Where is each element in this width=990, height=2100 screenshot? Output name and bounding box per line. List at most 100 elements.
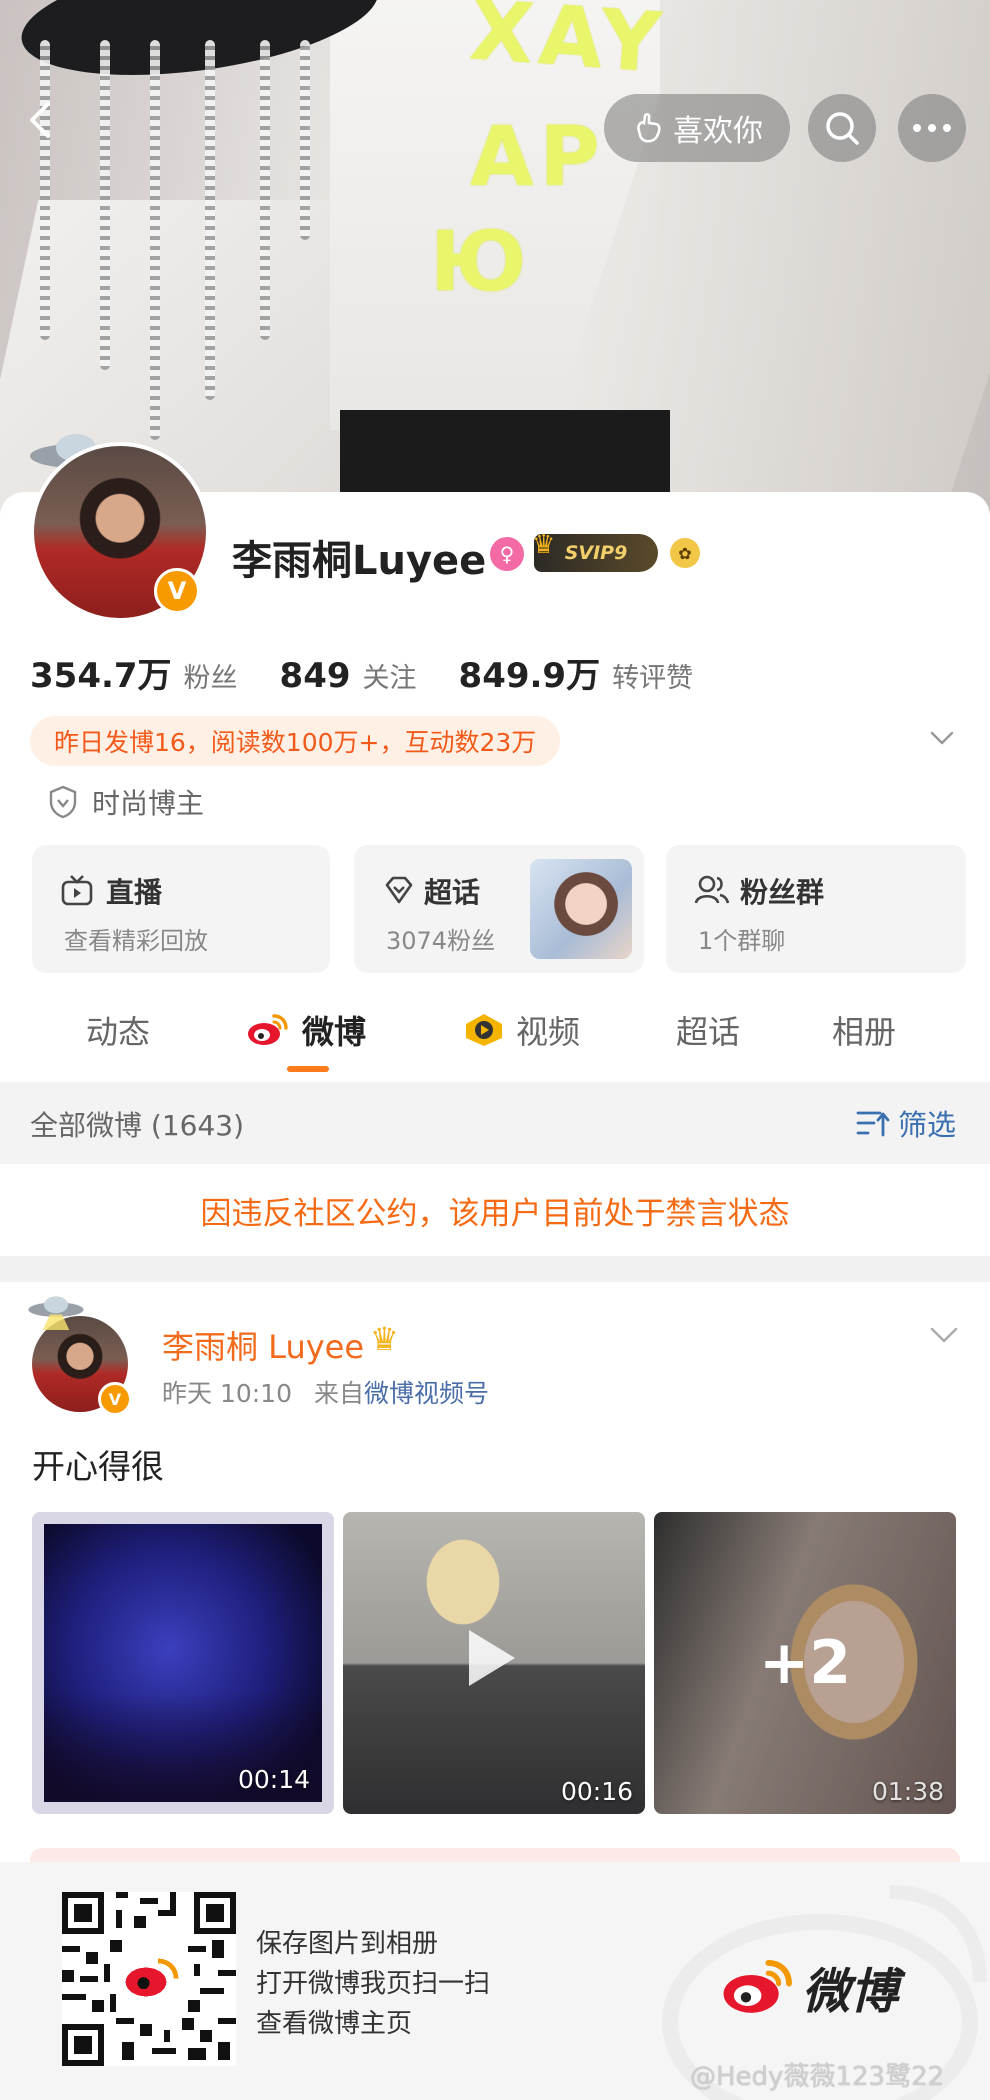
tab-label: 相册 xyxy=(832,1013,897,1051)
tile-subtitle: 3074粉丝 xyxy=(386,927,496,955)
filter-label: 筛选 xyxy=(898,1108,957,1142)
verified-badge-icon: V xyxy=(154,568,200,614)
more-button[interactable] xyxy=(898,94,966,162)
user-watermark: @Hedy薇薇123鹭22 xyxy=(690,2062,945,2092)
post-text: 开心得很 xyxy=(32,1447,164,1486)
tab-video[interactable]: 视频 xyxy=(462,990,580,1070)
share-line: 查看微博主页 xyxy=(256,2009,413,2039)
crown-icon: ♛ xyxy=(532,530,556,560)
post-video-thumbnail[interactable]: 00:16 xyxy=(343,1512,645,1814)
profile-tag-label: 时尚博主 xyxy=(92,787,205,820)
like-button[interactable]: 喜欢你 xyxy=(604,94,790,162)
profile-stats: 354.7万 粉丝 849 关注 849.9万 转评赞 xyxy=(30,648,735,697)
post-source-link[interactable]: 微博视频号 xyxy=(364,1379,489,1408)
share-line: 打开微博我页扫一扫 xyxy=(256,1969,491,1999)
shield-icon xyxy=(49,785,77,819)
weibo-logo-icon xyxy=(248,1014,288,1045)
more-media-count: +2 xyxy=(654,1512,956,1814)
feature-tiles: 直播 查看精彩回放 超话 3074粉丝 粉丝群 1个群聊 xyxy=(32,845,966,973)
svip-badge-label: SVIP9 xyxy=(564,542,628,564)
supertopic-thumbnail xyxy=(530,859,632,959)
weibo-brand-logo: 微博 xyxy=(720,1952,898,2022)
active-tab-indicator xyxy=(287,1066,329,1072)
video-duration: 00:16 xyxy=(560,1777,633,1806)
cover-chain xyxy=(260,40,270,340)
tile-supertopic[interactable]: 超话 3074粉丝 xyxy=(354,845,644,973)
profile-tag[interactable]: 时尚博主 xyxy=(48,782,204,822)
share-instructions: 保存图片到相册 打开微博我页扫一扫 查看微博主页 xyxy=(256,1924,490,2044)
cover-shirt-print: AP xyxy=(470,110,606,205)
ufo-icon xyxy=(28,1296,84,1330)
tab-label: 视频 xyxy=(516,1013,581,1051)
ban-notice: 因违反社区公约，该用户目前处于禁言状态 xyxy=(0,1164,990,1256)
like-button-label: 喜欢你 xyxy=(673,114,763,149)
cover-shirt-print: Ю xyxy=(430,215,533,310)
cover-chain xyxy=(150,40,160,440)
cover-shirt-print: XAY xyxy=(466,0,670,92)
tab-feed[interactable]: 动态 xyxy=(86,990,150,1070)
tile-subtitle: 查看精彩回放 xyxy=(64,927,208,955)
bag-icon[interactable]: ✿ xyxy=(670,538,700,568)
stat-followers[interactable]: 354.7万 粉丝 xyxy=(30,648,238,697)
crown-icon: ♛ xyxy=(370,1320,399,1358)
filter-icon xyxy=(856,1111,890,1137)
verified-badge-icon: V xyxy=(98,1382,132,1416)
section-divider xyxy=(0,1256,990,1282)
stat-number: 354.7万 xyxy=(30,656,172,696)
post-video-thumbnail[interactable]: 00:14 xyxy=(32,1512,334,1814)
chevron-down-icon[interactable] xyxy=(930,1325,958,1345)
video-duration: 01:38 xyxy=(871,1777,944,1806)
chevron-left-icon xyxy=(30,102,50,138)
diamond-icon xyxy=(385,876,413,904)
profile-avatar[interactable]: V xyxy=(30,442,210,622)
stat-label: 转评赞 xyxy=(612,663,694,694)
stat-reposts-likes[interactable]: 849.9万 转评赞 xyxy=(459,648,694,697)
search-icon xyxy=(826,112,859,145)
profile-tabs: 动态 微博 视频 超话 相册 xyxy=(0,990,990,2002)
tab-supertopic[interactable]: 超话 xyxy=(676,990,740,1070)
tile-title: 超话 xyxy=(424,876,481,909)
cover-chain xyxy=(205,40,215,400)
cover-chain xyxy=(100,40,110,370)
tile-live[interactable]: 直播 查看精彩回放 xyxy=(32,845,330,973)
cover-chain xyxy=(40,40,50,340)
post-author-name[interactable]: 李雨桐 Luyee xyxy=(162,1322,364,1368)
stat-number: 849.9万 xyxy=(458,656,601,696)
tab-album[interactable]: 相册 xyxy=(832,990,896,1070)
tile-title: 直播 xyxy=(106,876,163,909)
qr-code xyxy=(62,1892,236,2066)
tab-weibo[interactable]: 微博 xyxy=(246,990,366,1070)
stat-number: 849 xyxy=(279,656,351,696)
tab-label: 动态 xyxy=(86,1013,151,1051)
weibo-logo-icon xyxy=(723,1959,792,2013)
tile-subtitle: 1个群聊 xyxy=(698,927,786,955)
back-button[interactable] xyxy=(22,100,62,140)
tv-icon xyxy=(61,875,93,906)
more-dots-icon xyxy=(913,124,951,132)
people-icon xyxy=(694,875,730,904)
stat-label: 粉丝 xyxy=(183,663,238,694)
chevron-down-icon[interactable] xyxy=(930,726,954,750)
video-duration: 00:14 xyxy=(237,1765,310,1794)
tab-label: 超话 xyxy=(676,1013,741,1051)
female-icon: ♀ xyxy=(490,537,524,571)
filter-button[interactable]: 筛选 xyxy=(856,1102,956,1144)
tile-fan-group[interactable]: 粉丝群 1个群聊 xyxy=(666,845,966,973)
tab-label: 微博 xyxy=(302,1013,367,1051)
list-header: 全部微博 (1643) 筛选 xyxy=(0,1082,990,1164)
post-source-prefix: 来自 xyxy=(313,1379,364,1408)
share-line: 保存图片到相册 xyxy=(256,1929,439,1959)
stat-following[interactable]: 849 关注 xyxy=(280,656,417,696)
play-icon xyxy=(469,1630,515,1686)
post-meta: 昨天 10:10 来自微博视频号 xyxy=(162,1374,489,1410)
search-button[interactable] xyxy=(808,94,876,162)
weibo-brand-text: 微博 xyxy=(802,1964,899,2020)
video-badge-icon xyxy=(466,1014,502,1046)
post-video-thumbnail[interactable]: +2 01:38 xyxy=(654,1512,956,1814)
hand-icon xyxy=(637,112,661,143)
profile-name: 李雨桐Luyee xyxy=(232,538,487,584)
tile-title: 粉丝群 xyxy=(740,876,825,909)
list-title: 全部微博 (1643) xyxy=(30,1109,245,1142)
activity-banner[interactable]: 昨日发博16，阅读数100万+，互动数23万 xyxy=(30,716,561,766)
stat-label: 关注 xyxy=(362,663,417,694)
